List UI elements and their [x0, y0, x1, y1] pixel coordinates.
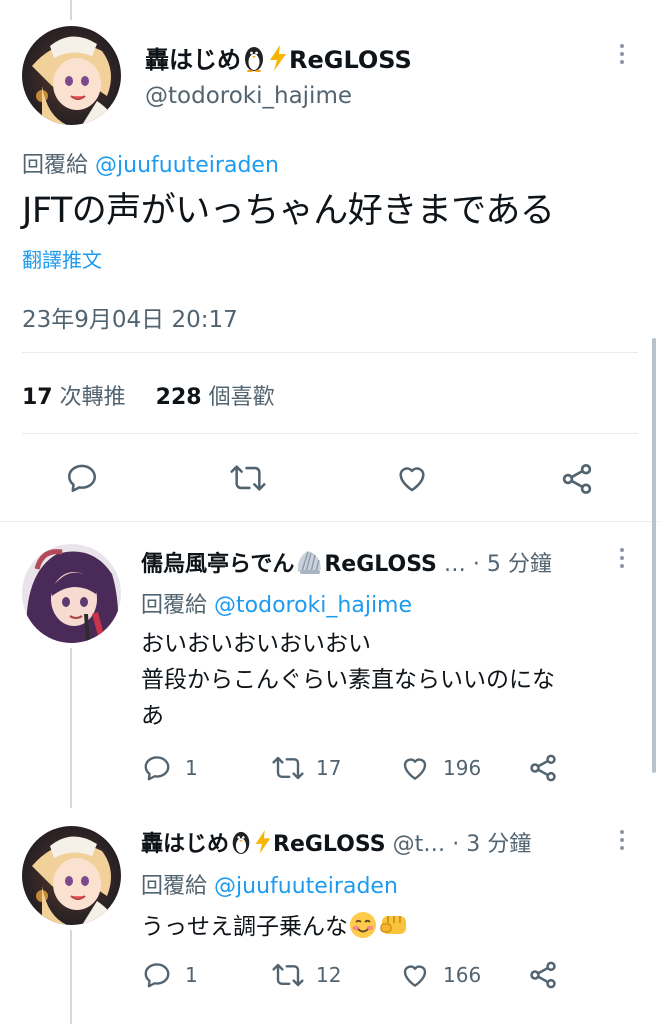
- reply1-share-button[interactable]: [527, 752, 559, 784]
- avatar-image: [22, 544, 121, 643]
- reply1-display-name: 儒烏風亭らでん: [141, 552, 295, 577]
- retweet-icon: [272, 756, 304, 780]
- reply2-retweet-count: 12: [316, 963, 342, 987]
- retweet-count: 17: [22, 385, 53, 410]
- reply2-handle: @t…: [392, 832, 446, 857]
- reply2-avatar[interactable]: [22, 826, 121, 925]
- thread-connector-reply1: [70, 648, 72, 808]
- penguin-emoji-icon: [229, 829, 253, 861]
- main-reply-button[interactable]: [64, 461, 100, 495]
- reply2-more-options-icon[interactable]: [619, 830, 625, 854]
- divider: [22, 433, 638, 434]
- reply2-like-count: 166: [443, 963, 482, 987]
- main-retweet-button[interactable]: [228, 461, 268, 495]
- main-reply-line: 回覆給 @juufuuteiraden: [22, 147, 279, 179]
- main-display-name: 轟はじめ: [145, 46, 241, 74]
- reply1-like-count: 196: [443, 756, 482, 780]
- heart-icon: [403, 758, 427, 780]
- smiling-blush-emoji-icon: [348, 910, 378, 946]
- reply1-more-options-icon[interactable]: [619, 548, 625, 572]
- heart-icon: [403, 965, 427, 987]
- reply2-reply-to-link[interactable]: @juufuuteiraden: [214, 874, 398, 899]
- heart-icon: [399, 467, 425, 492]
- reply1-reply-to-link[interactable]: @todoroki_hajime: [214, 593, 412, 618]
- reply-icon: [144, 963, 170, 988]
- main-timestamp[interactable]: 23年9月04日 20:17: [22, 300, 238, 334]
- divider: [22, 352, 638, 353]
- main-handle[interactable]: @todoroki_hajime: [145, 83, 352, 109]
- main-author-line[interactable]: 轟はじめ ReGLOSS: [145, 40, 412, 78]
- reply1-time: · 5 分鐘: [472, 552, 552, 577]
- reply2-reply-prefix: 回覆給: [141, 874, 208, 899]
- like-label: 個喜歡: [208, 385, 275, 410]
- scrollbar-thumb[interactable]: [652, 338, 656, 773]
- share-icon: [530, 961, 556, 989]
- main-tweet-text: JFTの声がいっちゃん好きまである: [22, 191, 555, 231]
- reply1-reply-prefix: 回覆給: [141, 593, 208, 618]
- main-name-suffix: ReGLOSS: [289, 46, 412, 74]
- avatar-image: [22, 826, 121, 925]
- thread-connector-bottom: [70, 930, 72, 1024]
- divider: [0, 521, 659, 522]
- more-options-icon[interactable]: [619, 44, 625, 68]
- reply1-reply-button[interactable]: 1: [141, 753, 198, 783]
- shell-emoji-icon: [294, 548, 324, 582]
- reply1-text-line1: おいおいおいおいおい: [141, 631, 371, 657]
- reply2-time: · 3 分鐘: [452, 832, 532, 857]
- share-icon: [530, 754, 556, 782]
- reply1-retweet-button[interactable]: 17: [270, 753, 341, 783]
- reply2-display-name: 轟はじめ: [141, 832, 230, 857]
- main-reply-to-link[interactable]: @juufuuteiraden: [95, 153, 279, 178]
- reply1-like-button[interactable]: 196: [399, 753, 481, 783]
- reply2-reply-count: 1: [185, 963, 198, 987]
- main-reply-prefix: 回覆給: [22, 153, 89, 178]
- reply1-text: おいおいおいおいおい 普段からこんぐらい素直ならいいのにな あ: [141, 626, 636, 734]
- fist-emoji-icon: [378, 910, 410, 946]
- reply1-text-line3: あ: [141, 703, 164, 729]
- main-share-button[interactable]: [558, 461, 596, 497]
- penguin-emoji-icon: [241, 44, 267, 78]
- avatar-image: [22, 26, 121, 125]
- share-icon: [562, 464, 592, 494]
- lightning-emoji-icon: [253, 829, 273, 861]
- reply2-share-button[interactable]: [527, 959, 559, 991]
- lightning-emoji-icon: [267, 44, 289, 78]
- reply2-reply-line: 回覆給 @juufuuteiraden: [141, 868, 398, 900]
- main-tweet-avatar[interactable]: [22, 26, 121, 125]
- retweet-icon: [272, 963, 304, 987]
- reply1-name-suffix: ReGLOSS: [324, 552, 437, 577]
- reply1-avatar[interactable]: [22, 544, 121, 643]
- reply2-reply-button[interactable]: 1: [141, 960, 198, 990]
- reply-icon: [67, 464, 97, 493]
- like-stat[interactable]: 228 個喜歡: [156, 385, 275, 410]
- reply2-header[interactable]: 轟はじめ ReGLOSS @t… · 3 分鐘: [141, 826, 611, 861]
- thread-connector-top: [70, 0, 72, 20]
- main-like-button[interactable]: [393, 461, 431, 495]
- reply1-reply-count: 1: [185, 756, 198, 780]
- reply2-retweet-button[interactable]: 12: [270, 960, 341, 990]
- retweet-label: 次轉推: [59, 385, 126, 410]
- reply1-header[interactable]: 儒烏風亭らでん ReGLOSS … · 5 分鐘: [141, 546, 611, 582]
- reply2-text: うっせえ調子乗んな: [141, 914, 348, 940]
- reply1-text-line2: 普段からこんぐらい素直ならいいのにな: [141, 667, 555, 693]
- reply2-name-suffix: ReGLOSS: [273, 832, 386, 857]
- reply2-text-line: うっせえ調子乗んな: [141, 907, 410, 946]
- like-count: 228: [155, 385, 202, 410]
- translate-tweet-link[interactable]: 翻譯推文: [22, 244, 102, 273]
- reply1-handle: …: [443, 552, 466, 577]
- reply1-reply-line: 回覆給 @todoroki_hajime: [141, 587, 412, 619]
- retweet-icon: [230, 465, 266, 491]
- retweet-stat[interactable]: 17 次轉推: [22, 385, 126, 410]
- reply-icon: [144, 756, 170, 781]
- engagement-stats: 17 次轉推 228 個喜歡: [22, 379, 275, 411]
- reply2-like-button[interactable]: 166: [399, 960, 481, 990]
- reply1-retweet-count: 17: [316, 756, 342, 780]
